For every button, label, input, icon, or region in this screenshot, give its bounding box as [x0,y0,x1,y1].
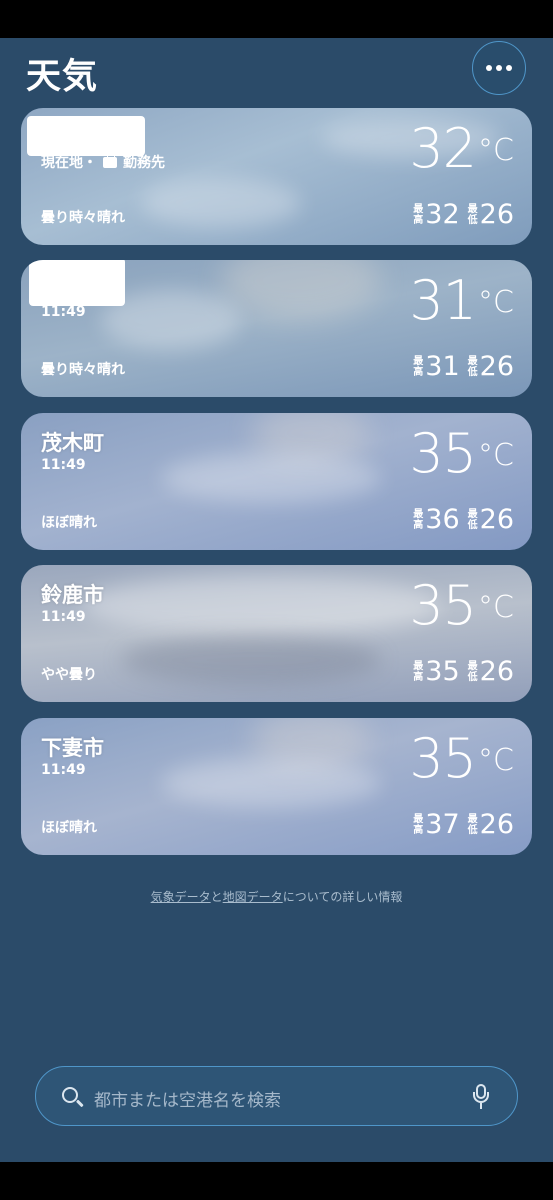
data-info-note: 気象データと地図データについての詳しい情報 [150,890,403,904]
high-temp: 31 [425,351,460,382]
location-time: 11:49 [41,762,86,778]
low-temp: 26 [479,504,514,535]
location-card[interactable]: 鈴鹿市 11:49 やや曇り 35 °C 最高 35 最低 26 [21,565,532,702]
location-subtitle: 現在地・ 勤務先 [41,153,165,171]
location-card[interactable]: 11:49 曇り時々晴れ 31 °C 最高 31 最低 26 [21,260,532,397]
search-icon [62,1087,78,1103]
low-temp: 26 [479,809,514,840]
more-button[interactable] [472,41,526,95]
high-temp: 37 [425,809,460,840]
low-temp: 26 [479,351,514,382]
low-label: 最低 [467,661,478,683]
briefcase-icon [103,153,117,168]
location-name: 鈴鹿市 [41,583,104,607]
condition: 曇り時々晴れ [41,210,125,226]
current-temperature: 32 °C [409,117,514,180]
condition: やや曇り [41,667,97,683]
header: 天気 [0,38,553,106]
location-time: 11:49 [41,457,86,473]
high-low: 最高 35 最低 26 [413,657,514,687]
redacted-location-name [29,260,125,306]
condition: ほぼ晴れ [41,820,97,836]
low-temp: 26 [479,656,514,687]
low-label: 最低 [467,204,478,226]
condition: ほぼ晴れ [41,515,97,531]
weather-screen: 天気 現在地・ 勤務先 曇り時々晴れ 32 °C 最高 32 最低 26 11:49… [0,38,553,1162]
map-data-link[interactable]: 地図データ [223,890,283,904]
location-card[interactable]: 現在地・ 勤務先 曇り時々晴れ 32 °C 最高 32 最低 26 [21,108,532,245]
high-label: 最高 [413,356,424,378]
location-card[interactable]: 下妻市 11:49 ほぼ晴れ 35 °C 最高 37 最低 26 [21,718,532,855]
high-low: 最高 37 最低 26 [413,810,514,840]
high-temp: 35 [425,656,460,687]
high-temp: 32 [425,199,460,230]
location-time: 11:49 [41,304,86,320]
high-label: 最高 [413,204,424,226]
high-label: 最高 [413,814,424,836]
location-time: 11:49 [41,609,86,625]
current-temperature: 35 °C [409,727,514,790]
location-card[interactable]: 茂木町 11:49 ほぼ晴れ 35 °C 最高 36 最低 26 [21,413,532,550]
high-temp: 36 [425,504,460,535]
high-low: 最高 36 最低 26 [413,505,514,535]
low-temp: 26 [479,199,514,230]
search-input[interactable]: 都市または空港名を検索 [94,1086,281,1111]
microphone-icon[interactable] [473,1084,489,1110]
search-bar[interactable]: 都市または空港名を検索 [35,1066,518,1126]
low-label: 最低 [467,814,478,836]
current-temperature: 35 °C [409,422,514,485]
ellipsis-icon [486,65,512,71]
high-low: 最高 31 最低 26 [413,352,514,382]
location-name: 下妻市 [41,736,104,760]
current-temperature: 35 °C [409,574,514,637]
high-label: 最高 [413,509,424,531]
current-temperature: 31 °C [409,269,514,332]
page-title: 天気 [26,57,99,97]
condition: 曇り時々晴れ [41,362,125,378]
low-label: 最低 [467,356,478,378]
high-label: 最高 [413,661,424,683]
redacted-location-name [27,116,145,156]
location-name: 茂木町 [41,431,104,455]
weather-data-link[interactable]: 気象データ [151,890,211,904]
high-low: 最高 32 最低 26 [413,200,514,230]
low-label: 最低 [467,509,478,531]
